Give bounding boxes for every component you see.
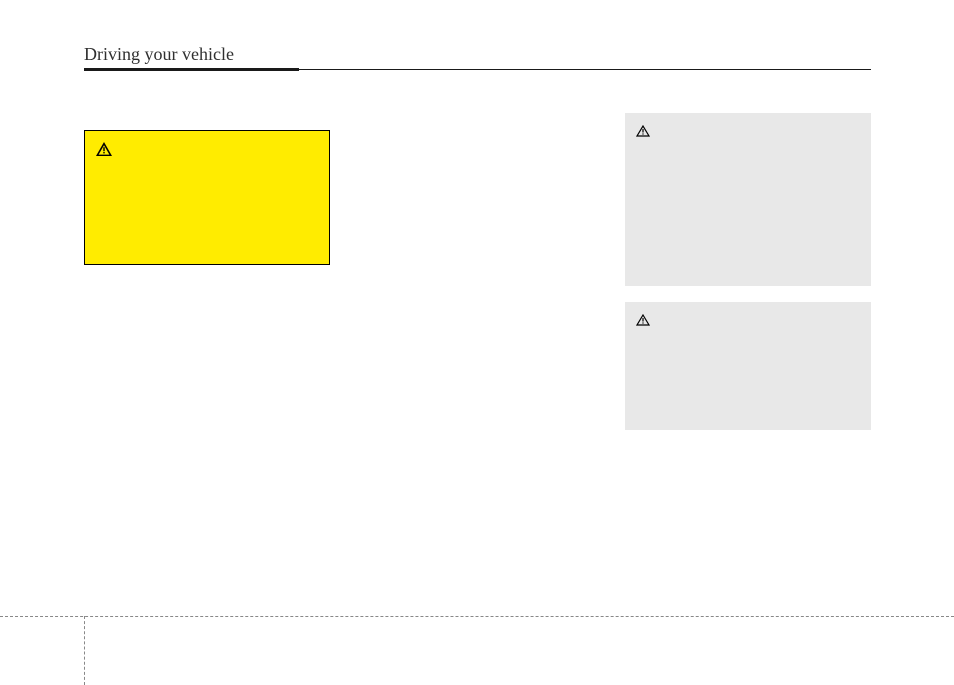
warning-icon [96, 142, 112, 156]
title-underline [84, 68, 871, 71]
caution-box-1 [625, 113, 871, 286]
footer-crop-line-vertical [84, 616, 85, 685]
warning-icon [636, 313, 650, 325]
page-header: Driving your vehicle [84, 44, 871, 71]
footer-crop-line-horizontal [0, 616, 954, 617]
warning-box-yellow [84, 130, 330, 265]
warning-icon [636, 124, 650, 136]
underline-thick [84, 68, 299, 71]
caution-box-2 [625, 302, 871, 430]
page-title: Driving your vehicle [84, 44, 871, 68]
